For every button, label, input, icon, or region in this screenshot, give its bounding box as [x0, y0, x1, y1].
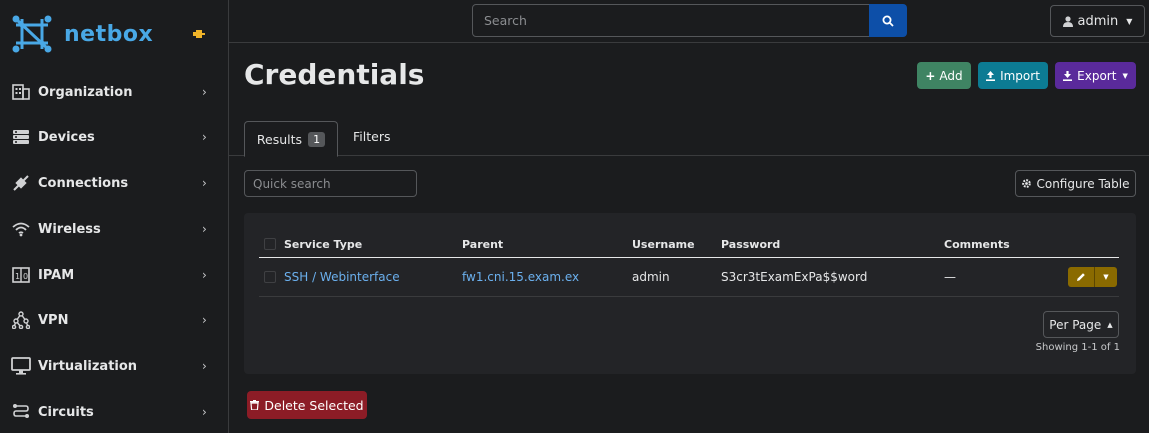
- per-page-dropdown[interactable]: Per Page ▲: [1043, 311, 1119, 338]
- counter-icon: 10: [11, 265, 31, 285]
- sidebar-item-circuits[interactable]: Circuits ›: [0, 392, 228, 432]
- tab-bar: Results 1 Filters: [229, 119, 1149, 157]
- tab-filters[interactable]: Filters: [353, 129, 390, 144]
- search-icon: [882, 15, 894, 27]
- sidebar-item-devices[interactable]: Devices ›: [0, 117, 228, 157]
- gear-icon: [1022, 179, 1032, 188]
- chevron-right-icon: ›: [202, 359, 207, 373]
- add-button[interactable]: + Add: [917, 62, 971, 89]
- username-cell: admin: [632, 270, 670, 284]
- brand-name: netbox: [64, 21, 154, 47]
- column-header-username[interactable]: Username: [632, 238, 695, 251]
- password-cell: S3cr3tExamExPa$$word: [721, 270, 868, 284]
- column-header-password[interactable]: Password: [721, 238, 780, 251]
- export-button[interactable]: Export ▼: [1055, 62, 1136, 89]
- column-header-service-type[interactable]: Service Type: [284, 238, 362, 251]
- brand-logo[interactable]: netbox: [12, 12, 153, 56]
- delete-selected-label: Delete Selected: [264, 397, 364, 413]
- page-title: Credentials: [244, 58, 425, 91]
- svg-text:1: 1: [15, 272, 20, 281]
- sidebar-item-label: Connections: [38, 175, 129, 191]
- caret-down-icon: ▼: [1122, 71, 1128, 80]
- chevron-right-icon: ›: [202, 130, 207, 144]
- sidebar-item-ipam[interactable]: 10 IPAM ›: [0, 255, 228, 295]
- top-bar: admin ▼: [229, 0, 1149, 43]
- trash-icon: [250, 400, 260, 410]
- user-icon: [1062, 15, 1073, 27]
- monitor-icon: [11, 356, 31, 376]
- chevron-right-icon: ›: [202, 222, 207, 236]
- chevron-right-icon: ›: [202, 176, 207, 190]
- column-header-parent[interactable]: Parent: [462, 238, 503, 251]
- results-card: Service Type Parent Username Password Co…: [244, 213, 1136, 374]
- import-button-label: Import: [1000, 68, 1040, 83]
- wifi-icon: [11, 219, 31, 239]
- search-button[interactable]: [869, 4, 907, 37]
- sidebar-item-virtualization[interactable]: Virtualization ›: [0, 346, 228, 386]
- caret-down-icon: ▼: [1103, 273, 1109, 281]
- caret-up-icon: ▲: [1107, 320, 1113, 329]
- download-icon: [1063, 70, 1073, 81]
- sidebar-item-label: VPN: [38, 312, 69, 328]
- export-button-label: Export: [1077, 68, 1117, 83]
- username-label: admin: [1077, 13, 1119, 29]
- sidebar-item-label: Virtualization: [38, 358, 138, 374]
- quick-search-input[interactable]: [244, 170, 417, 197]
- circuit-icon: [11, 402, 31, 422]
- pencil-icon: [1077, 273, 1085, 281]
- user-menu-button[interactable]: admin ▼: [1050, 5, 1145, 37]
- edit-button[interactable]: [1068, 267, 1095, 287]
- configure-table-label: Configure Table: [1036, 176, 1130, 191]
- table-header: Service Type Parent Username Password Co…: [259, 232, 1119, 258]
- sidebar: netbox Organization › Devices › Connecti…: [0, 0, 229, 433]
- sidebar-item-label: Organization: [38, 84, 133, 100]
- comments-cell: —: [944, 270, 956, 284]
- sidebar-item-wireless[interactable]: Wireless ›: [0, 209, 228, 249]
- plus-icon: +: [925, 68, 936, 83]
- delete-selected-button[interactable]: Delete Selected: [247, 391, 367, 419]
- sidebar-item-vpn[interactable]: VPN ›: [0, 300, 228, 340]
- chevron-right-icon: ›: [202, 268, 207, 282]
- per-page-label: Per Page: [1049, 317, 1102, 332]
- pagination-summary: Showing 1-1 of 1: [1035, 342, 1120, 353]
- sidebar-item-label: Devices: [38, 129, 95, 145]
- sidebar-item-organization[interactable]: Organization ›: [0, 72, 228, 112]
- building-icon: [11, 82, 31, 102]
- pin-icon[interactable]: [193, 28, 205, 44]
- column-header-comments[interactable]: Comments: [944, 238, 1010, 251]
- row-actions-dropdown[interactable]: ▼: [1095, 267, 1117, 287]
- row-checkbox[interactable]: [264, 271, 276, 283]
- plug-icon: [11, 173, 31, 193]
- graph-icon: [11, 310, 31, 330]
- results-count-badge: 1: [308, 131, 326, 147]
- chevron-right-icon: ›: [202, 313, 207, 327]
- row-actions: ▼: [1068, 267, 1117, 287]
- sidebar-item-connections[interactable]: Connections ›: [0, 163, 228, 203]
- search-input[interactable]: [472, 4, 870, 37]
- tab-results[interactable]: Results 1: [244, 121, 338, 157]
- caret-down-icon: ▼: [1126, 16, 1133, 26]
- main-content: Credentials + Add Import Export ▼ Result…: [229, 44, 1149, 433]
- svg-text:0: 0: [23, 272, 28, 281]
- chevron-right-icon: ›: [202, 405, 207, 419]
- server-icon: [11, 127, 31, 147]
- sidebar-item-label: Circuits: [38, 404, 94, 420]
- configure-table-button[interactable]: Configure Table: [1015, 170, 1136, 197]
- select-all-checkbox[interactable]: [264, 238, 276, 250]
- chevron-right-icon: ›: [202, 85, 207, 99]
- sidebar-item-label: IPAM: [38, 267, 75, 283]
- import-button[interactable]: Import: [978, 62, 1048, 89]
- parent-link[interactable]: fw1.cni.15.exam.ex: [462, 270, 579, 284]
- netbox-logo-icon: [12, 15, 52, 53]
- upload-icon: [986, 70, 996, 81]
- add-button-label: Add: [939, 68, 963, 83]
- tab-results-label: Results: [256, 131, 303, 147]
- table-row: SSH / Webinterface fw1.cni.15.exam.ex ad…: [259, 259, 1119, 297]
- service-type-link[interactable]: SSH / Webinterface: [284, 270, 400, 284]
- sidebar-item-label: Wireless: [38, 221, 101, 237]
